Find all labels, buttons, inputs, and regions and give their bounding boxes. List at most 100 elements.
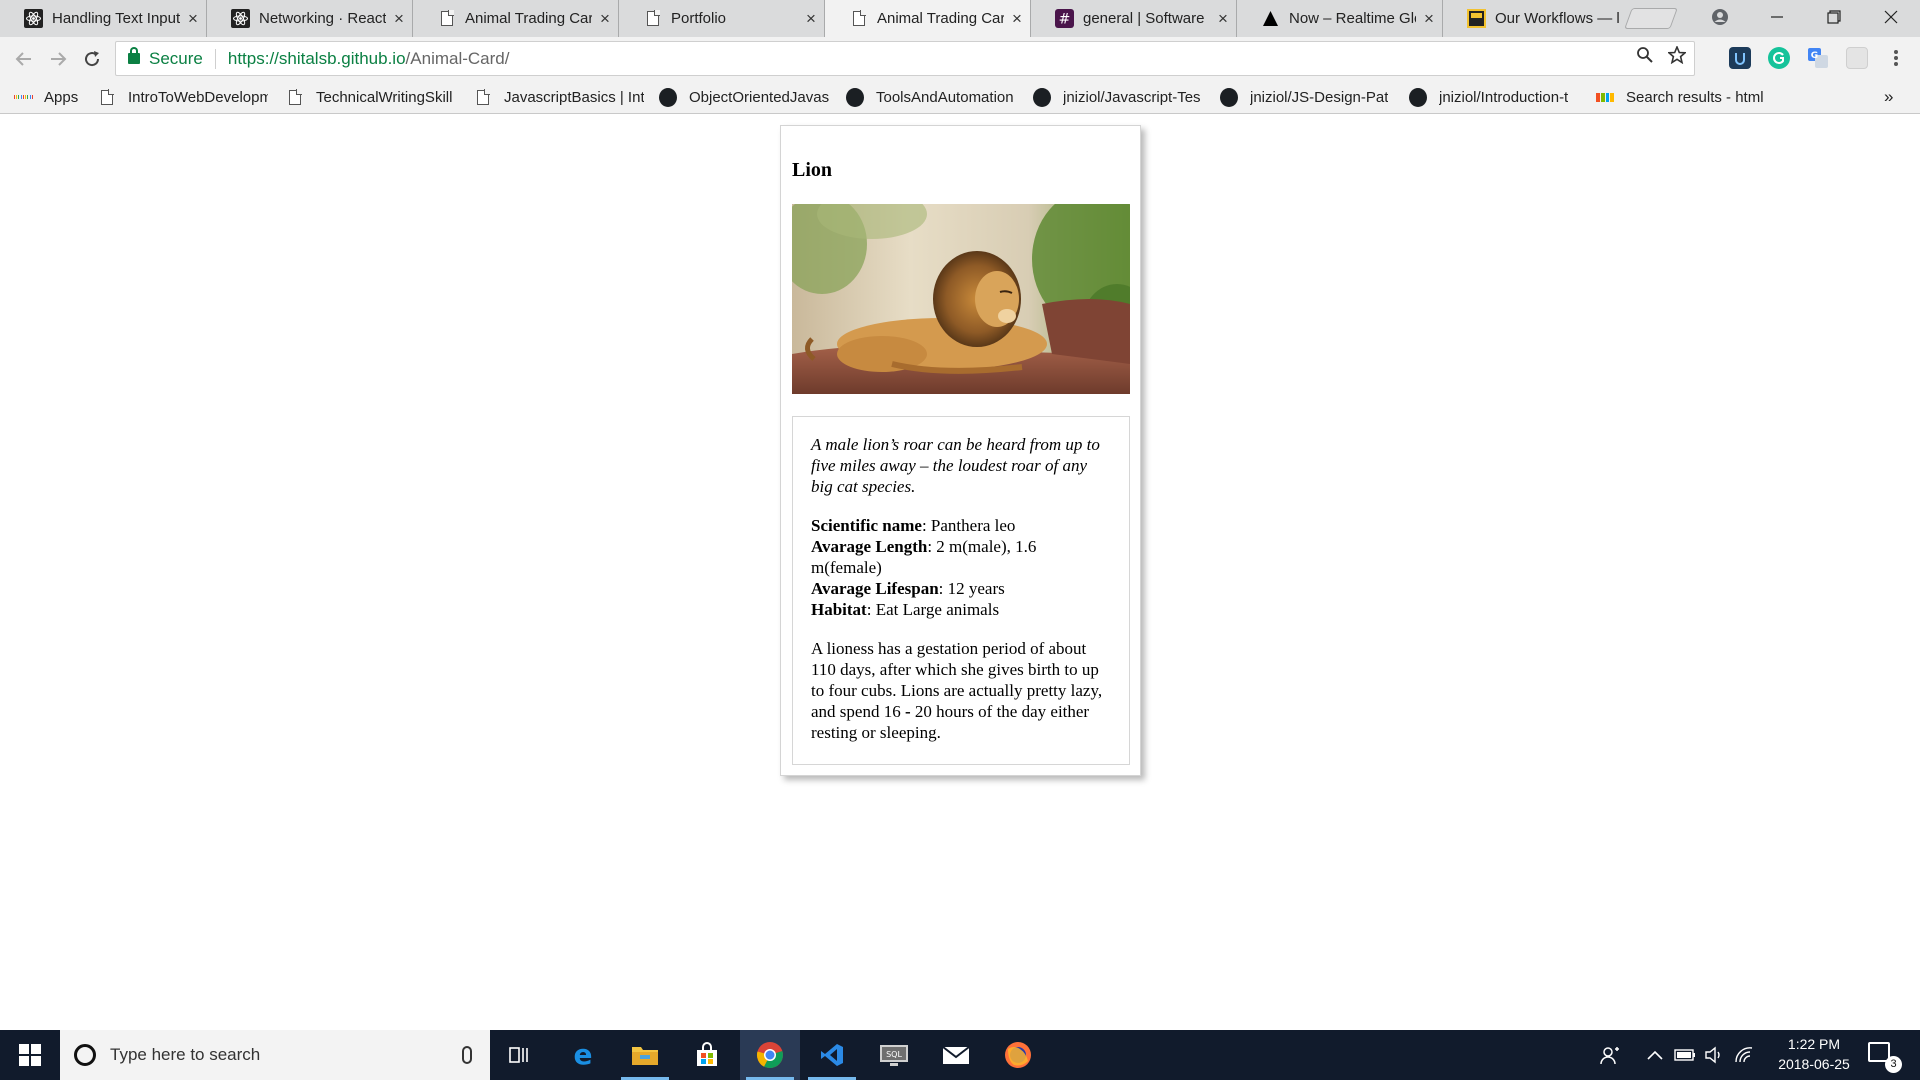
bookmark-label: jniziol/Javascript-Tes [1063, 88, 1201, 106]
windows-taskbar: Type here to search e SQL 1:22 PM 2018-0… [0, 1030, 1920, 1080]
reload-icon[interactable] [78, 45, 106, 73]
bookmark-label: IntroToWebDevelopm [128, 88, 268, 106]
tab-portfolio[interactable]: Portfolio × [618, 0, 824, 37]
url-path: /Animal-Card/ [405, 48, 510, 68]
battery-icon[interactable] [1674, 1030, 1696, 1080]
bookmark-label: ObjectOrientedJavas [689, 88, 830, 106]
secure-label: Secure [149, 48, 203, 68]
back-icon[interactable] [10, 45, 38, 73]
github-icon [1409, 87, 1427, 107]
url-host: https://shitalsb.github.io [227, 48, 406, 68]
cortana-icon [74, 1044, 96, 1066]
system-clock[interactable]: 1:22 PM 2018-06-25 [1760, 1034, 1868, 1074]
page-icon [286, 88, 304, 106]
tab-title: Animal Trading Card [877, 10, 1004, 27]
edge-icon[interactable]: e [553, 1030, 613, 1080]
svg-text:SQL: SQL [886, 1050, 902, 1059]
bookmarks-overflow-icon[interactable]: » [1884, 86, 1893, 108]
zoom-icon[interactable] [1636, 46, 1654, 69]
tab-title: general | Software [1083, 10, 1205, 27]
vscode-icon[interactable] [802, 1030, 862, 1080]
tab-close-icon[interactable]: × [592, 9, 618, 29]
bookmark-javascript-basics[interactable]: JavascriptBasics | Intr [474, 86, 644, 108]
bookmark-object-oriented[interactable]: ObjectOrientedJavas [659, 86, 831, 108]
tab-our-workflows[interactable]: Our Workflows — l × [1442, 0, 1648, 37]
close-window-icon[interactable] [1862, 0, 1919, 34]
tab-animal-trading-card[interactable]: Animal Trading Card × [412, 0, 618, 37]
people-icon[interactable] [1600, 1030, 1620, 1080]
bookmark-search-results[interactable]: Search results - html [1596, 86, 1766, 108]
react-icon [24, 9, 43, 28]
tab-close-icon[interactable]: × [798, 9, 824, 29]
react-icon [231, 9, 250, 28]
bookmark-introduction[interactable]: jniziol/Introduction-t [1409, 86, 1581, 108]
slack-icon: # [1055, 9, 1074, 28]
card-title: Lion [792, 159, 833, 181]
tab-close-icon[interactable]: × [1416, 9, 1442, 29]
bookmark-tools-automation[interactable]: ToolsAndAutomation [846, 86, 1018, 108]
bookmark-apps[interactable]: Apps [14, 86, 78, 108]
minimize-icon[interactable] [1748, 0, 1805, 34]
page-icon [437, 9, 456, 28]
tab-close-icon[interactable]: × [1004, 9, 1030, 29]
new-tab-button[interactable] [1624, 8, 1678, 29]
volume-icon[interactable] [1704, 1030, 1724, 1080]
bookmark-label: Search results - html [1626, 88, 1764, 106]
mail-icon[interactable] [926, 1030, 986, 1080]
firefox-icon[interactable] [988, 1030, 1048, 1080]
bookmark-technical-writing[interactable]: TechnicalWritingSkill [286, 86, 456, 108]
restore-icon[interactable] [1805, 0, 1862, 34]
wifi-icon[interactable] [1734, 1030, 1754, 1080]
extension-u-icon[interactable] [1729, 47, 1751, 69]
task-view-icon[interactable] [490, 1030, 550, 1080]
menu-icon[interactable] [1885, 47, 1907, 69]
card-info: A male lion’s roar can be heard from up … [792, 416, 1130, 765]
page-icon [849, 9, 868, 28]
bookmark-star-icon[interactable] [1666, 44, 1688, 69]
file-explorer-icon[interactable] [615, 1030, 675, 1080]
lion-image [792, 204, 1130, 394]
detail-label: Avarage Length [811, 537, 928, 556]
start-button[interactable] [0, 1030, 60, 1080]
tab-general-software[interactable]: # general | Software × [1030, 0, 1236, 37]
notification-badge: 3 [1885, 1056, 1902, 1073]
bookmark-js-design-pat[interactable]: jniziol/JS-Design-Pat [1220, 86, 1392, 108]
bookmark-label: jniziol/Introduction-t [1439, 88, 1569, 106]
tab-close-icon[interactable]: × [1210, 9, 1236, 29]
tab-close-icon[interactable]: × [386, 9, 412, 29]
microphone-icon[interactable] [462, 1046, 472, 1064]
extension-blank-icon[interactable] [1846, 47, 1868, 69]
detail-value: : Eat Large animals [866, 600, 1000, 619]
profile-icon[interactable] [1691, 0, 1748, 34]
grammarly-icon[interactable] [1768, 47, 1790, 69]
address-separator [214, 48, 216, 69]
detail-value: : Panthera leo [921, 516, 1016, 535]
tab-animal-trading-card-active[interactable]: Animal Trading Card × [824, 0, 1030, 37]
page-icon [98, 88, 116, 106]
bookmark-javascript-tes[interactable]: jniziol/Javascript-Tes [1033, 86, 1205, 108]
store-icon[interactable] [677, 1030, 737, 1080]
microsoft-icon [1596, 88, 1614, 106]
search-placeholder: Type here to search [110, 1045, 261, 1064]
lock-icon [128, 47, 140, 64]
page-icon [643, 9, 662, 28]
tab-now-realtime[interactable]: Now – Realtime Glo × [1236, 0, 1442, 37]
tab-close-icon[interactable]: × [180, 9, 206, 29]
tab-networking-react[interactable]: Networking · React × [206, 0, 412, 37]
detail-value: : 12 years [938, 579, 1005, 598]
bookmark-label: JavascriptBasics | Intr [504, 88, 644, 106]
sql-server-icon[interactable]: SQL [864, 1030, 924, 1080]
clock-time: 1:22 PM [1787, 1036, 1841, 1052]
bookmark-label: Apps [44, 88, 79, 106]
translate-icon[interactable]: G [1807, 47, 1829, 69]
bookmark-label: jniziol/JS-Design-Pat [1250, 88, 1389, 106]
show-hidden-icons-icon[interactable] [1647, 1030, 1663, 1080]
syntax-icon [1467, 9, 1486, 28]
bookmark-intro-web-dev[interactable]: IntroToWebDevelopm [98, 86, 268, 108]
tab-handling-text-input[interactable]: Handling Text Input × [0, 0, 206, 37]
taskbar-search[interactable]: Type here to search [60, 1030, 490, 1080]
address-bar[interactable]: Secure https://shitalsb.github.io/Animal… [115, 41, 1695, 76]
forward-icon[interactable] [44, 45, 72, 73]
chrome-icon[interactable] [740, 1030, 800, 1080]
tab-title: Portfolio [671, 10, 727, 27]
